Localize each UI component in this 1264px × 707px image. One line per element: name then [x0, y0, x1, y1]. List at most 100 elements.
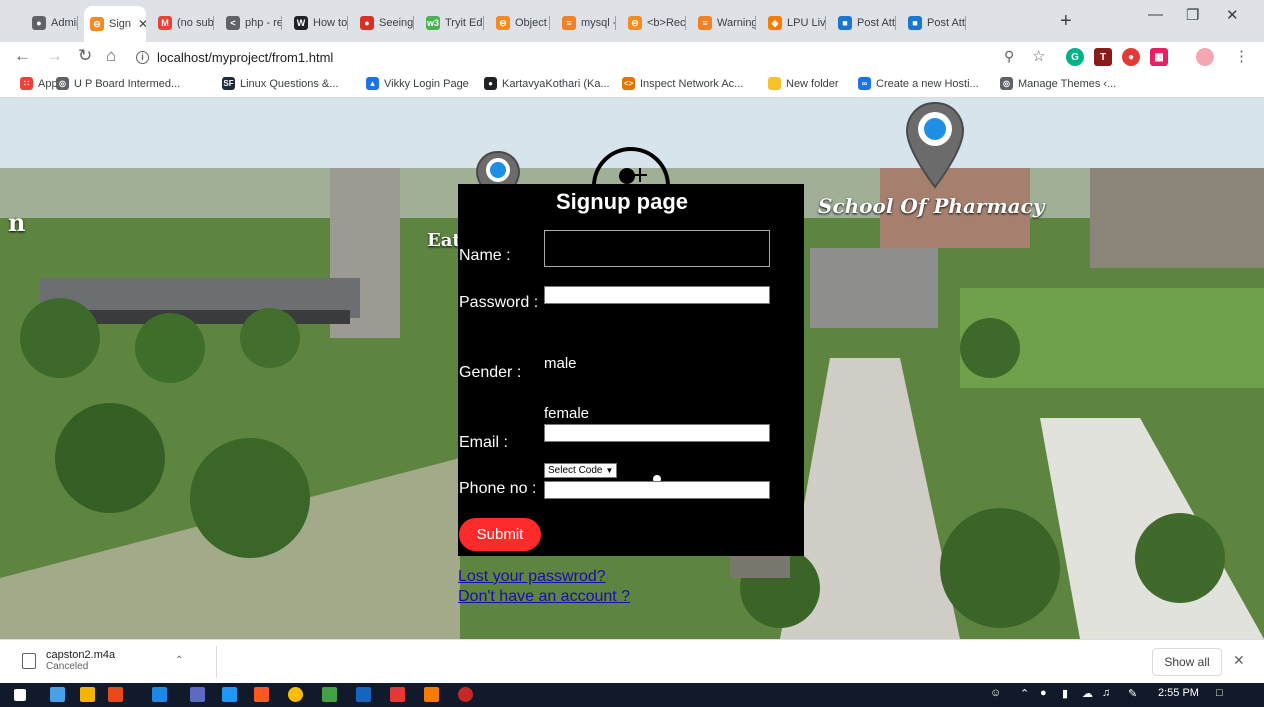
tab-14[interactable]: ■ Post Att: [902, 8, 966, 38]
file-explorer-icon[interactable]: [50, 687, 65, 702]
bookmark-item[interactable]: <> Inspect Network Ac...: [622, 77, 743, 90]
windows-taskbar: ☺ ⌃ ● ▮ ☁ ♫ ✎ 2:55 PM □: [0, 683, 1264, 707]
tab-12[interactable]: ◆ LPU Liv: [762, 8, 826, 38]
edge-icon[interactable]: [152, 687, 167, 702]
bookmark-item[interactable]: SF Linux Questions &...: [222, 77, 338, 90]
app-icon[interactable]: [108, 687, 123, 702]
email-input[interactable]: [544, 424, 770, 442]
bookmark-item[interactable]: ◎ Manage Themes ‹...: [1000, 77, 1116, 90]
sublime-icon[interactable]: [80, 687, 95, 702]
tab-8[interactable]: ⊖ Object: [490, 8, 550, 38]
extension-tm-icon[interactable]: T: [1094, 48, 1112, 66]
download-item[interactable]: capston2.m4a Canceled ⌃: [22, 649, 184, 672]
bookmark-item[interactable]: ▲ Vikky Login Page: [366, 77, 469, 90]
tab-separator: [77, 16, 78, 30]
tab-label: Seeing: [379, 17, 414, 29]
forward-icon[interactable]: →: [46, 46, 63, 66]
blue-square-icon: ■: [908, 16, 922, 30]
app-icon[interactable]: [190, 687, 205, 702]
address-bar[interactable]: i localhost/myproject/from1.html: [136, 44, 1056, 70]
pen-icon[interactable]: ✎: [1128, 687, 1137, 700]
profile-avatar[interactable]: [1196, 48, 1214, 66]
bookmark-item[interactable]: New folder: [768, 77, 839, 90]
chevron-up-icon[interactable]: ⌃: [175, 655, 183, 666]
zoom-icon[interactable]: ⚲: [1004, 48, 1014, 65]
info-icon[interactable]: i: [136, 50, 149, 64]
close-tab-icon[interactable]: ✕: [138, 17, 146, 31]
tab-4[interactable]: < php - re: [220, 8, 282, 38]
xampp-icon: ⊖: [628, 16, 642, 30]
extension-red-icon[interactable]: ●: [1122, 48, 1140, 66]
home-icon[interactable]: ⌂: [106, 46, 116, 66]
tab-13[interactable]: ■ Post Att: [832, 8, 896, 38]
gmail-icon: M: [158, 16, 172, 30]
notification-icon[interactable]: □: [1216, 687, 1223, 699]
people-icon[interactable]: ☺: [990, 687, 1001, 699]
extension-pink-icon[interactable]: ▦: [1150, 48, 1168, 66]
app-icon[interactable]: [222, 687, 237, 702]
windows-start-icon[interactable]: [14, 689, 26, 701]
map-pin-icon: [905, 101, 965, 189]
bookmark-item[interactable]: ∞ Create a new Hosti...: [858, 77, 979, 90]
tab-11[interactable]: ≡ Warning: [692, 8, 756, 38]
close-window-icon[interactable]: ✕: [1226, 6, 1239, 24]
store-icon[interactable]: [254, 687, 269, 702]
folder-icon: [768, 77, 781, 90]
name-input[interactable]: [544, 230, 770, 267]
back-icon[interactable]: ←: [14, 46, 31, 66]
tab-7[interactable]: w3 Tryit Ed: [420, 8, 484, 38]
chrome-taskbar-icon[interactable]: [288, 687, 303, 702]
tab-separator: [615, 16, 616, 30]
network-icon[interactable]: ●: [1040, 687, 1047, 699]
bookmarks-bar: ∷ Apps ◎ U P Board Intermed... SF Linux Quest…: [0, 72, 1264, 98]
tab-label: (no sub: [177, 17, 214, 29]
tab-6[interactable]: ● Seeing: [354, 8, 414, 38]
tab-label: Object: [515, 17, 547, 29]
xampp-taskbar-icon[interactable]: [424, 687, 439, 702]
blue-square-icon: ■: [838, 16, 852, 30]
tab-9[interactable]: ≡ mysql -: [556, 8, 616, 38]
tab-2[interactable]: ⊖ Sign ✕: [84, 6, 146, 42]
tab-separator: [549, 16, 550, 30]
country-code-select[interactable]: Select Code ▼: [544, 463, 618, 478]
app-icon[interactable]: [458, 687, 473, 702]
clock-time[interactable]: 2:55 PM: [1158, 687, 1199, 699]
tab-5[interactable]: W How to: [288, 8, 348, 38]
battery-icon[interactable]: ▮: [1062, 687, 1068, 700]
tab-label: Post Att: [857, 17, 895, 29]
tab-1[interactable]: ● Admin: [26, 8, 78, 38]
volume-icon[interactable]: ♫: [1102, 687, 1110, 699]
minimize-icon[interactable]: —: [1148, 6, 1163, 23]
tab-label: <b>Rec: [647, 17, 686, 29]
reload-icon[interactable]: ↻: [78, 46, 92, 66]
app-icon[interactable]: [390, 687, 405, 702]
bookmark-star-icon[interactable]: ☆: [1032, 47, 1045, 65]
grammarly-icon[interactable]: G: [1066, 48, 1084, 66]
tab-10[interactable]: ⊖ <b>Rec: [622, 8, 686, 38]
tab-label: php - re: [245, 17, 282, 29]
submit-button[interactable]: Submit: [459, 518, 541, 551]
new-tab-button[interactable]: +: [1060, 10, 1072, 33]
select-code-value: Select Code: [548, 465, 603, 476]
app-icon[interactable]: [322, 687, 337, 702]
tab-label: Tryit Ed: [445, 17, 483, 29]
password-input[interactable]: [544, 286, 770, 304]
bookmark-item[interactable]: ◎ U P Board Intermed...: [56, 77, 180, 90]
tray-chevron-icon[interactable]: ⌃: [1020, 687, 1029, 700]
audio-file-icon: [22, 652, 36, 669]
close-download-bar-icon[interactable]: ✕: [1233, 652, 1245, 669]
sf-icon: SF: [222, 77, 235, 90]
app-icon[interactable]: [356, 687, 371, 702]
tab-separator: [213, 16, 214, 30]
onedrive-icon[interactable]: ☁: [1082, 687, 1093, 700]
tab-separator: [895, 16, 896, 30]
phone-input[interactable]: [544, 481, 770, 499]
lost-password-link[interactable]: Lost your passwrod?: [458, 568, 606, 586]
tab-separator: [965, 16, 966, 30]
show-all-button[interactable]: Show all: [1152, 648, 1222, 676]
no-account-link[interactable]: Don't have an account ?: [458, 588, 630, 606]
restore-icon[interactable]: ❐: [1186, 6, 1199, 24]
tab-3[interactable]: M (no sub: [152, 8, 214, 38]
bookmark-item[interactable]: ● KartavyaKothari (Ka...: [484, 77, 610, 90]
menu-kebab-icon[interactable]: ⋮: [1234, 47, 1249, 65]
